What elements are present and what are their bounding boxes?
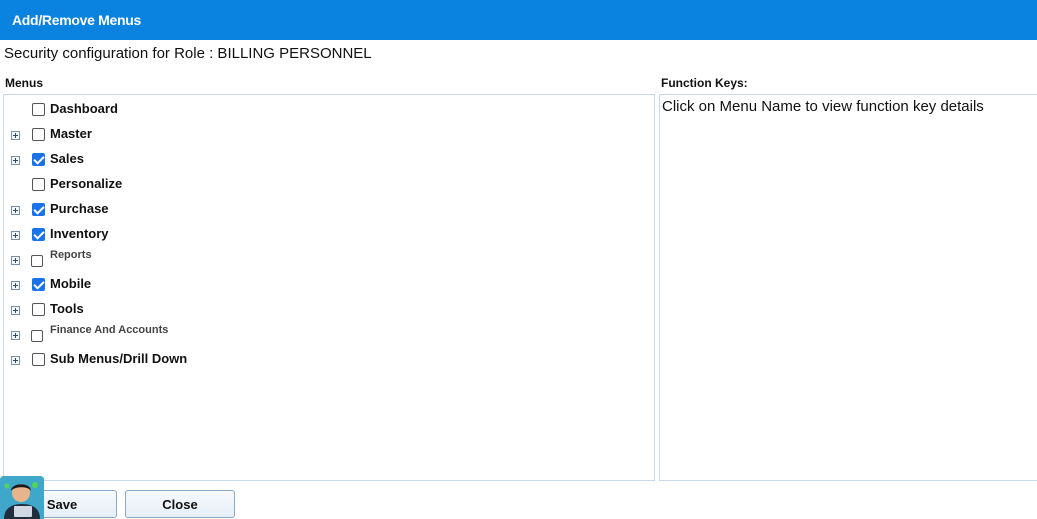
tree-item-sub-menus-drill-down[interactable]: Sub Menus/Drill Down	[4, 351, 644, 371]
finance-and-accounts-checkbox[interactable]	[31, 330, 43, 342]
tree-item-label[interactable]: Sub Menus/Drill Down	[50, 351, 187, 366]
close-button[interactable]: Close	[125, 490, 235, 518]
dashboard-checkbox[interactable]	[32, 103, 45, 116]
tree-item-label[interactable]: Tools	[50, 301, 84, 316]
tree-item-label[interactable]: Reports	[50, 249, 92, 261]
function-keys-label: Function Keys:	[661, 76, 748, 90]
sub-menus-checkbox[interactable]	[32, 353, 45, 366]
menus-tree-panel: Dashboard Master Sales Personalize Purch…	[3, 94, 655, 481]
sales-checkbox[interactable]	[32, 153, 45, 166]
personalize-checkbox[interactable]	[32, 178, 45, 191]
expand-plus-icon[interactable]	[11, 231, 20, 240]
inventory-checkbox[interactable]	[32, 228, 45, 241]
menus-label: Menus	[5, 76, 44, 90]
support-agent-icon[interactable]	[0, 476, 44, 519]
expand-plus-icon[interactable]	[11, 156, 20, 165]
mobile-checkbox[interactable]	[32, 278, 45, 291]
expand-plus-icon[interactable]	[11, 331, 20, 340]
tree-item-sales[interactable]: Sales	[4, 151, 644, 171]
tools-checkbox[interactable]	[32, 303, 45, 316]
purchase-checkbox[interactable]	[32, 203, 45, 216]
tree-item-reports[interactable]: Reports	[4, 249, 644, 271]
tree-item-label[interactable]: Mobile	[50, 276, 91, 291]
tree-item-label[interactable]: Sales	[50, 151, 84, 166]
reports-checkbox[interactable]	[31, 255, 43, 267]
tree-item-tools[interactable]: Tools	[4, 301, 644, 321]
expand-plus-icon[interactable]	[11, 131, 20, 140]
expand-plus-icon[interactable]	[11, 281, 20, 290]
tree-item-label[interactable]: Inventory	[50, 226, 109, 241]
expand-plus-icon[interactable]	[11, 306, 20, 315]
tree-item-label[interactable]: Dashboard	[50, 101, 118, 116]
expand-plus-icon[interactable]	[11, 256, 20, 265]
tree-item-label[interactable]: Personalize	[50, 176, 122, 191]
expand-plus-icon[interactable]	[11, 356, 20, 365]
tree-item-label[interactable]: Master	[50, 126, 92, 141]
tree-item-dashboard[interactable]: Dashboard	[4, 101, 644, 121]
window-title: Add/Remove Menus	[0, 0, 1037, 40]
tree-item-label[interactable]: Purchase	[50, 201, 109, 216]
tree-item-mobile[interactable]: Mobile	[4, 276, 644, 296]
tree-item-personalize[interactable]: Personalize	[4, 176, 644, 196]
tree-item-purchase[interactable]: Purchase	[4, 201, 644, 221]
function-keys-hint: Click on Menu Name to view function key …	[662, 98, 984, 115]
role-config-text: Security configuration for Role : BILLIN…	[4, 45, 372, 62]
tree-item-inventory[interactable]: Inventory	[4, 226, 644, 246]
master-checkbox[interactable]	[32, 128, 45, 141]
tree-item-finance-and-accounts[interactable]: Finance And Accounts	[4, 324, 644, 346]
tree-item-master[interactable]: Master	[4, 126, 644, 146]
expand-plus-icon[interactable]	[11, 206, 20, 215]
tree-item-label[interactable]: Finance And Accounts	[50, 324, 168, 336]
function-keys-panel: Click on Menu Name to view function key …	[659, 94, 1037, 481]
